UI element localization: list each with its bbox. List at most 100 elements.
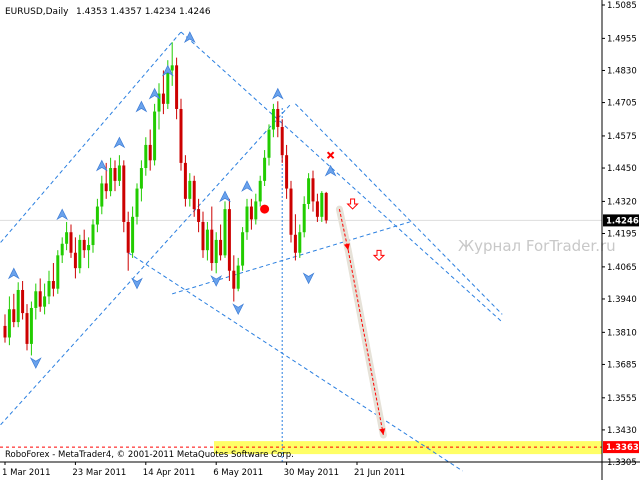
candle	[122, 160, 126, 233]
candle-body	[43, 296, 47, 307]
candle	[241, 227, 245, 271]
ohlc-label: 1.4353 1.4357 1.4234 1.4246	[76, 7, 211, 17]
candle-body	[95, 206, 99, 225]
candle-body	[21, 289, 25, 314]
candle-body	[298, 232, 302, 253]
candle-body	[113, 168, 117, 181]
candle-body	[276, 108, 280, 127]
price-tick-label: 1.4575	[607, 132, 637, 142]
chart-header: EURUSD,Daily 1.4353 1.4357 1.4234 1.4246	[5, 7, 211, 17]
price-tick-label: 1.5085	[607, 1, 637, 11]
candle-body	[47, 280, 51, 297]
candle-body	[78, 239, 82, 269]
candle-body	[183, 162, 187, 199]
candle-body	[91, 224, 95, 246]
symbol-label: EURUSD,Daily	[5, 7, 69, 17]
candle-body	[34, 291, 38, 308]
candle-body	[227, 209, 231, 271]
candle-body	[60, 243, 64, 256]
candle-body	[258, 180, 262, 202]
candle-body	[210, 229, 214, 264]
candle-body	[87, 245, 91, 251]
candle-body	[69, 232, 73, 253]
target-price-tag: 1.3363	[603, 441, 639, 454]
watermark-text: Журнал ForTrader.ru	[458, 237, 616, 255]
candle-body	[245, 206, 249, 233]
candle	[179, 98, 183, 171]
candle-body	[51, 280, 55, 289]
time-tick-label: 1 Mar 2011	[2, 468, 50, 478]
time-tick-label: 30 May 2011	[284, 468, 339, 478]
price-tick-label: 1.4955	[607, 34, 637, 44]
candle-body	[302, 203, 306, 233]
candle-body	[267, 129, 271, 158]
candle	[307, 173, 311, 210]
price-tick-label: 1.3430	[607, 426, 637, 436]
price-tick-label: 1.3940	[607, 295, 637, 305]
candle-body	[100, 183, 104, 207]
candle-body	[117, 165, 121, 181]
candle-body	[12, 309, 16, 323]
price-tick-label: 1.4065	[607, 263, 637, 273]
candle-body	[126, 221, 130, 253]
candle-body	[201, 221, 205, 251]
candle-body	[254, 201, 258, 220]
candle-body	[139, 168, 143, 189]
candle	[78, 234, 82, 274]
candle-body	[236, 265, 240, 289]
candle-body	[214, 239, 218, 264]
candle	[153, 103, 157, 166]
candle-body	[109, 168, 113, 192]
candle-body	[104, 183, 108, 192]
candle-body	[188, 180, 192, 199]
candle	[223, 201, 227, 258]
candle-body	[285, 155, 289, 189]
candle-body	[315, 201, 319, 217]
time-tick-label: 23 Mar 2011	[72, 468, 126, 478]
target-price-tag-text: 1.3363	[606, 443, 639, 453]
candle-body	[192, 180, 196, 210]
candle-body	[135, 188, 139, 217]
candle-body	[263, 157, 267, 181]
candle-body	[293, 234, 297, 253]
price-tick-label: 1.4320	[607, 197, 637, 207]
entry-dot-marker	[260, 204, 270, 214]
time-tick-label: 21 Jun 2011	[354, 468, 405, 478]
candle	[227, 198, 231, 281]
time-tick-label: 6 May 2011	[213, 468, 263, 478]
candle-body	[131, 216, 135, 253]
candle-body	[170, 65, 174, 71]
price-tick-label: 1.3685	[607, 360, 637, 370]
price-tick-label: 1.4450	[607, 164, 637, 174]
price-chart: Журнал ForTrader.ru EURUSD,Daily 1.4353 …	[0, 0, 640, 480]
candle-body	[65, 232, 69, 244]
candle-body	[148, 144, 152, 161]
candle-body	[324, 192, 328, 221]
price-tick-label: 1.4195	[607, 230, 637, 240]
candle-body	[38, 291, 42, 307]
candle-body	[25, 313, 29, 344]
candle-body	[153, 111, 157, 161]
candle-body	[232, 270, 236, 289]
copyright-text: RoboForex - MetaTrader4, © 2001-2011 Met…	[5, 450, 294, 460]
candle-body	[307, 178, 311, 204]
candle-body	[179, 108, 183, 163]
candle-body	[161, 93, 165, 104]
candle-body	[73, 252, 77, 269]
candle-body	[320, 192, 324, 217]
candle-body	[144, 144, 148, 169]
candle	[324, 191, 328, 224]
candle-body	[271, 108, 275, 130]
candle-body	[29, 307, 33, 344]
time-tick-label: 14 Apr 2011	[143, 468, 196, 478]
current-price-tag: 1.4246	[603, 214, 639, 227]
candle-body	[280, 126, 284, 156]
candle-body	[7, 309, 11, 338]
candle	[56, 250, 60, 294]
candle-body	[289, 188, 293, 235]
candle-body	[241, 232, 245, 266]
chart-window: Журнал ForTrader.ru EURUSD,Daily 1.4353 …	[0, 0, 640, 480]
price-tick-label: 1.3305	[607, 458, 637, 468]
candle-body	[3, 325, 7, 338]
candle-body	[219, 239, 223, 256]
